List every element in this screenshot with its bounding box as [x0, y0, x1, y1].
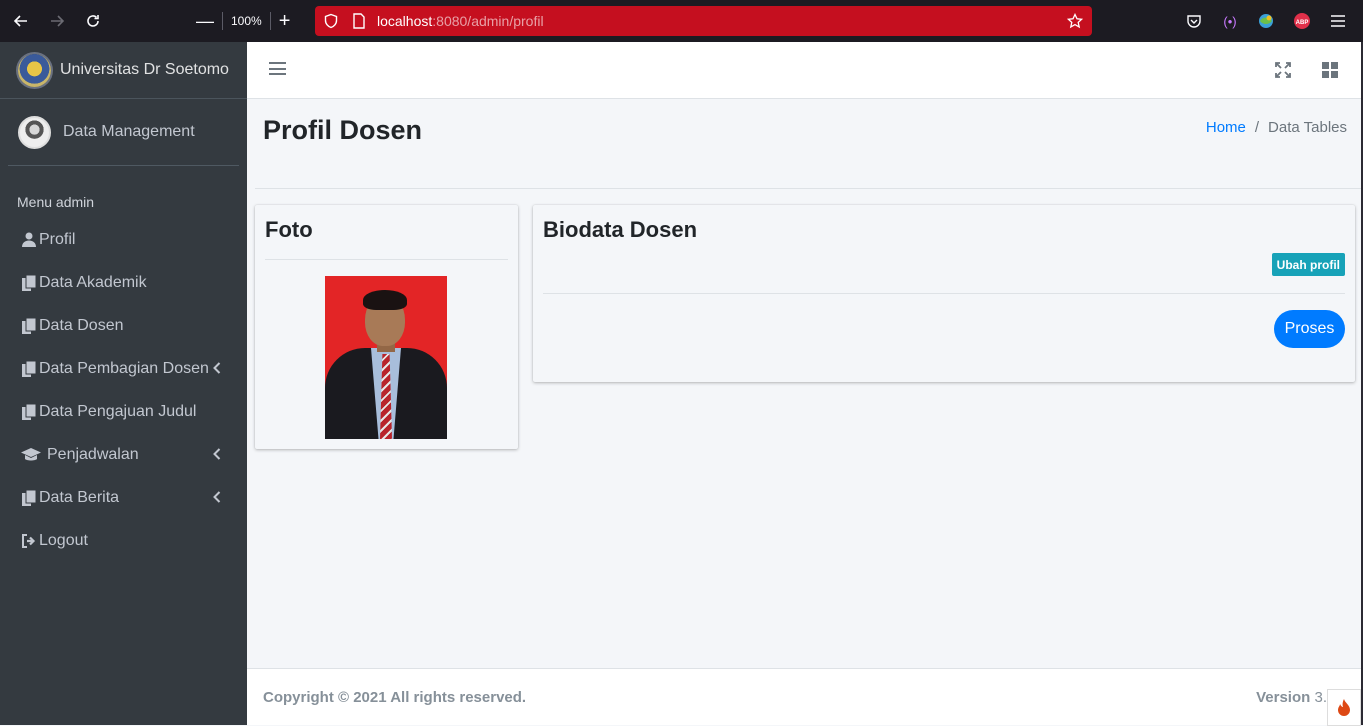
card-divider — [265, 259, 508, 260]
menu-icon[interactable] — [1328, 11, 1348, 31]
extension-globe-icon[interactable] — [1256, 11, 1276, 31]
sidebar-item-label: Logout — [39, 531, 88, 549]
content-wrapper: Profil Dosen Home / Data Tables Foto Bio… — [247, 99, 1361, 668]
flame-icon[interactable] — [1327, 689, 1361, 726]
browser-toolbar: — 100% + localhost:8080/admin/profil (•)… — [0, 0, 1363, 42]
sidebar-item-label: Data Berita — [39, 488, 120, 506]
chevron-left-icon[interactable] — [213, 490, 221, 506]
sidebar-item-label: Data Akademik — [39, 273, 147, 291]
zoom-out-icon[interactable]: — — [196, 11, 214, 32]
sidebar-item-penjadwalan[interactable]: Penjadwalan — [0, 433, 247, 476]
sign-out-icon — [21, 533, 37, 548]
back-icon[interactable] — [6, 6, 36, 36]
zoom-level[interactable]: 100% — [231, 14, 262, 28]
user-panel[interactable]: Data Management — [8, 99, 239, 166]
copy-icon — [21, 489, 37, 506]
breadcrumb: Home / Data Tables — [1206, 119, 1347, 136]
brand-link[interactable]: Universitas Dr Soetomo — [0, 42, 247, 99]
photo-card: Foto — [255, 205, 518, 449]
footer: Copyright © 2021 All rights reserved. Ve… — [247, 668, 1361, 726]
adblock-icon[interactable]: ABP — [1292, 11, 1312, 31]
breadcrumb-home-link[interactable]: Home — [1206, 119, 1246, 136]
university-logo — [18, 53, 51, 87]
sidebar-item-data-dosen[interactable]: Data Dosen — [0, 304, 247, 347]
svg-text:ABP: ABP — [1296, 20, 1309, 26]
broadcast-icon[interactable]: (•) — [1220, 11, 1240, 31]
bookmark-star-icon[interactable] — [1065, 11, 1085, 31]
pocket-icon[interactable] — [1184, 11, 1204, 31]
sidebar-item-label: Profil — [39, 230, 76, 248]
sidebar-item-label: Data Dosen — [39, 316, 124, 334]
chevron-left-icon[interactable] — [213, 361, 221, 377]
biodata-card-title: Biodata Dosen — [543, 217, 698, 242]
sidebar-item-data-akademik[interactable]: Data Akademik — [0, 261, 247, 304]
sidebar-item-data-berita[interactable]: Data Berita — [0, 476, 247, 519]
version-label: Version — [1256, 689, 1311, 706]
user-name[interactable]: Data Management — [63, 123, 195, 141]
submit-button[interactable]: Proses — [1274, 310, 1345, 348]
photo-card-title: Foto — [265, 217, 313, 242]
sidebar-item-data-pengajuan-judul[interactable]: Data Pengajuan Judul — [0, 390, 247, 433]
url-bar[interactable]: localhost:8080/admin/profil — [315, 6, 1092, 36]
header-divider — [255, 188, 1361, 189]
sidebar-item-profil[interactable]: Profil — [0, 218, 247, 261]
chevron-left-icon[interactable] — [213, 447, 221, 463]
card-divider — [543, 293, 1345, 294]
fullscreen-icon[interactable] — [1275, 62, 1291, 78]
sidebar-item-label: Data Pengajuan Judul — [39, 402, 197, 420]
control-sidebar-icon[interactable] — [1322, 62, 1338, 78]
copy-icon — [21, 360, 37, 377]
brand-text: Universitas Dr Soetomo — [60, 61, 229, 78]
copy-icon — [21, 274, 37, 291]
url-text[interactable]: localhost:8080/admin/profil — [377, 13, 544, 29]
top-navbar — [247, 42, 1361, 99]
copy-icon — [21, 317, 37, 334]
graduation-cap-icon — [21, 447, 41, 462]
forward-icon[interactable] — [42, 6, 72, 36]
shield-icon[interactable] — [321, 11, 341, 31]
sidebar: Universitas Dr Soetomo Data Management M… — [0, 42, 247, 725]
user-icon — [21, 232, 37, 247]
breadcrumb-divider: / — [1254, 119, 1260, 136]
copyright-text: Copyright © 2021 All rights reserved. — [263, 689, 527, 706]
zoom-in-icon[interactable]: + — [279, 10, 291, 33]
avatar — [18, 115, 51, 149]
version-text: Version 3. — [1256, 689, 1327, 706]
biodata-card: Biodata Dosen Ubah profil Proses — [533, 205, 1355, 382]
version-value: 3. — [1314, 689, 1327, 706]
zoom-controls: — 100% + — [196, 6, 290, 36]
copy-icon — [21, 403, 37, 420]
hamburger-icon[interactable] — [269, 60, 286, 77]
reload-icon[interactable] — [78, 6, 108, 36]
page-icon[interactable] — [349, 11, 369, 31]
breadcrumb-current: Data Tables — [1268, 119, 1347, 136]
sidebar-item-logout[interactable]: Logout — [0, 519, 247, 562]
edit-profile-button[interactable]: Ubah profil — [1271, 253, 1345, 276]
sidebar-item-label: Penjadwalan — [47, 445, 139, 463]
menu-header: Menu admin — [17, 194, 95, 210]
sidebar-item-data-pembagian-dosen[interactable]: Data Pembagian Dosen — [0, 347, 247, 390]
lecturer-photo — [325, 276, 447, 439]
sidebar-item-label: Data Pembagian Dosen — [39, 359, 209, 377]
page-title: Profil Dosen — [263, 115, 423, 145]
